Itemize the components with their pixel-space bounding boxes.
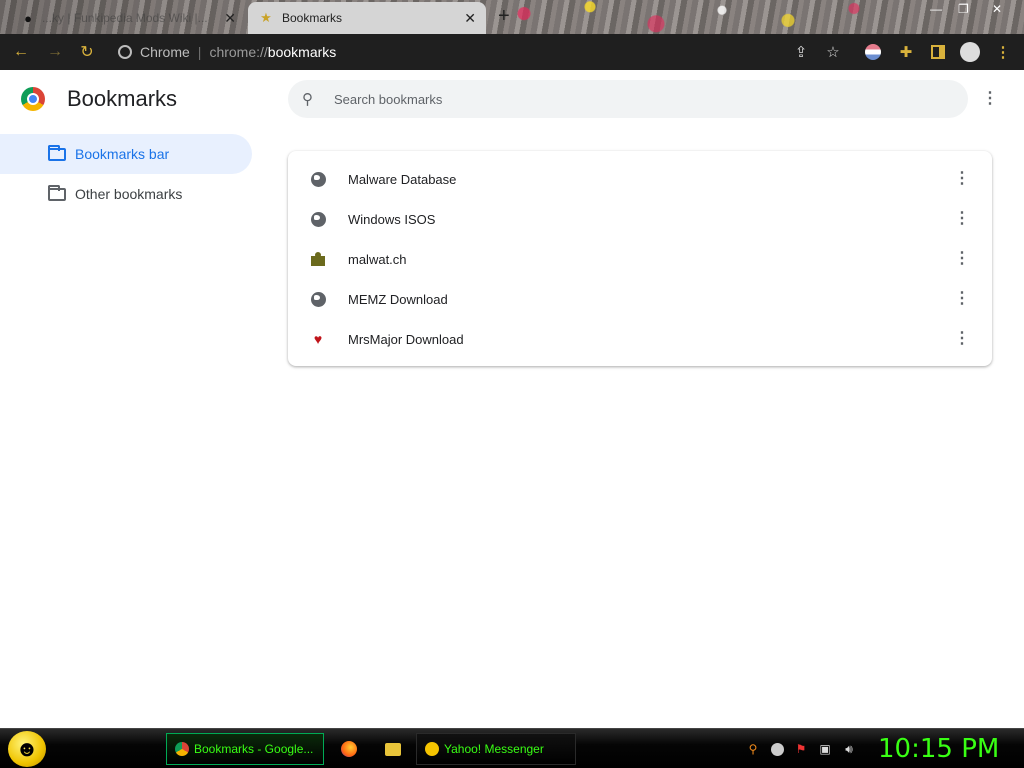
browser-tab-strip: ● ...ky | Funkipedia Mods Wiki |... ✕ ★ … xyxy=(0,0,1024,34)
bookmark-title: Malware Database xyxy=(348,171,457,187)
taskbar-window-title: Bookmarks - Google... xyxy=(194,742,314,756)
bookmark-row[interactable]: malwat.ch ⋮ xyxy=(288,239,992,279)
bookmark-title: malwat.ch xyxy=(348,251,407,267)
firefox-icon[interactable] xyxy=(338,738,360,760)
forward-arrow-icon[interactable]: → xyxy=(44,41,66,63)
back-arrow-icon[interactable]: ← xyxy=(10,41,32,63)
minimize-icon[interactable]: — xyxy=(930,2,942,16)
new-tab-button[interactable]: + xyxy=(498,5,510,28)
start-button[interactable]: ☻ xyxy=(8,731,46,767)
page-header: Bookmarks ⚲ ⋮ xyxy=(0,70,1024,130)
profile-avatar-icon[interactable] xyxy=(959,41,981,63)
reload-icon[interactable]: ↻ xyxy=(76,41,98,63)
more-actions-icon[interactable]: ⋮ xyxy=(952,209,972,229)
sidebar-item-label: Other bookmarks xyxy=(75,186,183,202)
share-icon[interactable]: ⇪ xyxy=(790,41,812,63)
action-center-flag-icon[interactable]: ⚑ xyxy=(792,740,810,758)
globe-icon xyxy=(310,211,326,227)
sidebar-item-label: Bookmarks bar xyxy=(75,146,170,162)
browser-menu-icon[interactable]: ⋮ xyxy=(992,41,1014,63)
extension-flag-icon[interactable] xyxy=(862,41,884,63)
organize-menu-icon[interactable]: ⋮ xyxy=(980,88,1000,108)
taskbar-window-yahoo-messenger[interactable]: Yahoo! Messenger xyxy=(416,733,576,765)
side-panel-icon[interactable] xyxy=(927,41,949,63)
url-text: chrome://bookmarks xyxy=(209,44,337,60)
chrome-page-icon xyxy=(118,45,132,59)
browser-toolbar: ← → ↻ Chrome | chrome://bookmarks ⇪ ☆ ✚ … xyxy=(0,34,1024,70)
globe-icon xyxy=(310,171,326,187)
bookmark-list: Malware Database ⋮ Windows ISOS ⋮ malwat… xyxy=(288,151,992,366)
tab-funkipedia[interactable]: ● ...ky | Funkipedia Mods Wiki |... ✕ xyxy=(10,2,246,34)
folder-sidebar: Bookmarks bar Other bookmarks xyxy=(0,134,256,214)
volume-icon[interactable]: 🔊︎ xyxy=(840,740,858,758)
taskbar: ☻ Bookmarks - Google... Yahoo! Messenger… xyxy=(0,728,1024,768)
file-explorer-icon[interactable] xyxy=(382,738,404,760)
address-bar[interactable]: Chrome | chrome://bookmarks xyxy=(108,38,848,66)
maximize-icon[interactable]: ❐ xyxy=(958,2,969,16)
search-tray-icon[interactable]: ⚲ xyxy=(744,740,762,758)
smiley-icon: ☻ xyxy=(15,736,39,761)
tab-title: Bookmarks xyxy=(282,11,343,25)
malwatch-favicon xyxy=(310,251,326,267)
page-title: Bookmarks xyxy=(67,86,178,111)
bookmark-row[interactable]: ♥ MrsMajor Download ⋮ xyxy=(288,319,992,359)
chrome-logo-icon xyxy=(21,87,45,111)
theme-background-art xyxy=(480,0,920,34)
search-bar[interactable]: ⚲ xyxy=(288,80,968,118)
more-actions-icon[interactable]: ⋮ xyxy=(952,289,972,309)
heart-icon: ♥ xyxy=(313,331,323,347)
more-actions-icon[interactable]: ⋮ xyxy=(952,329,972,349)
messenger-tray-icon[interactable] xyxy=(768,740,786,758)
network-icon[interactable]: ▣ xyxy=(816,740,834,758)
star-icon: ★ xyxy=(260,10,272,25)
bookmark-title: MEMZ Download xyxy=(348,291,448,307)
close-icon[interactable]: ✕ xyxy=(224,10,236,27)
sidebar-item-bookmarks-bar[interactable]: Bookmarks bar xyxy=(0,134,252,174)
bookmark-title: Windows ISOS xyxy=(348,211,436,227)
bookmarks-page: Bookmarks ⚲ ⋮ Bookmarks bar Other bookma… xyxy=(0,70,1024,728)
folder-icon xyxy=(48,144,66,161)
taskbar-clock[interactable]: 10:15 PM xyxy=(878,734,999,764)
more-actions-icon[interactable]: ⋮ xyxy=(952,169,972,189)
chrome-icon xyxy=(175,742,189,756)
bookmark-row[interactable]: Windows ISOS ⋮ xyxy=(288,199,992,239)
bookmark-title: MrsMajor Download xyxy=(348,331,464,347)
folder-icon xyxy=(48,184,66,201)
search-input[interactable] xyxy=(334,91,934,107)
globe-icon xyxy=(310,291,326,307)
tab-title: ...ky | Funkipedia Mods Wiki |... xyxy=(42,11,208,25)
yahoo-messenger-icon xyxy=(425,742,439,756)
search-icon: ⚲ xyxy=(302,91,313,108)
tab-favicon: ● xyxy=(24,10,32,26)
omnibox-separator: | xyxy=(197,44,202,60)
tab-bookmarks[interactable]: ★ Bookmarks ✕ xyxy=(248,2,486,34)
sidebar-item-other-bookmarks[interactable]: Other bookmarks xyxy=(0,174,256,214)
extensions-puzzle-icon[interactable]: ✚ xyxy=(895,41,917,63)
close-window-icon[interactable]: ✕ xyxy=(992,2,1002,16)
bookmark-row[interactable]: Malware Database ⋮ xyxy=(288,159,992,199)
close-icon[interactable]: ✕ xyxy=(464,10,476,27)
taskbar-window-chrome[interactable]: Bookmarks - Google... xyxy=(166,733,324,765)
bookmark-star-icon[interactable]: ☆ xyxy=(822,41,844,63)
site-label: Chrome xyxy=(140,44,190,60)
more-actions-icon[interactable]: ⋮ xyxy=(952,249,972,269)
bookmark-row[interactable]: MEMZ Download ⋮ xyxy=(288,279,992,319)
taskbar-window-title: Yahoo! Messenger xyxy=(444,742,544,756)
